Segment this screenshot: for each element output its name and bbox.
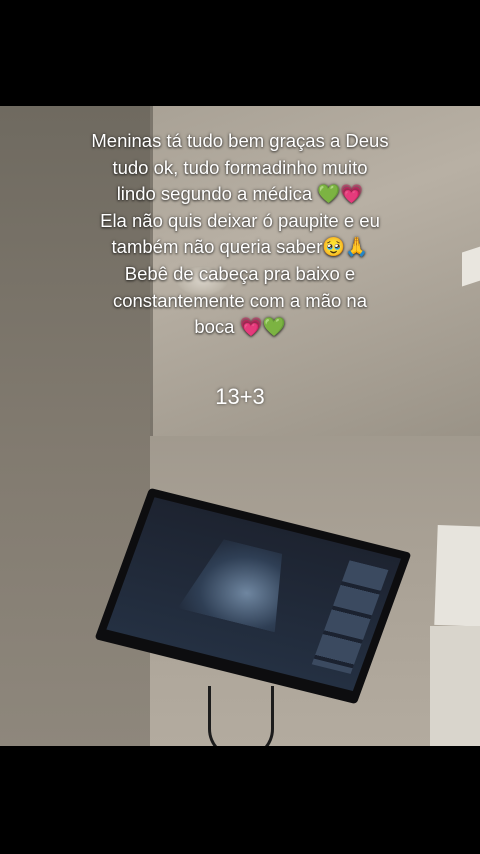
caption-line: Bebê de cabeça pra baixo e [124,262,356,284]
story-caption: Meninas tá tudo bem graças a Deus tudo o… [60,128,420,341]
ultrasound-scan-image [178,534,302,632]
wall-poster [434,524,480,628]
pregnancy-week-counter: 13+3 [215,384,265,409]
caption-line: Meninas tá tudo bem graças a Deus [91,130,389,151]
caption-line: lindo segundo a médica 💚💗 [116,183,364,205]
caption-line: Ela não quis deixar ó paupite e eu [100,209,380,231]
monitor-screen [106,497,401,691]
wall-chart [430,626,480,746]
monitor-cable [208,686,274,746]
caption-line: tudo ok, tudo formadinho muito [112,156,368,178]
scan-thumbnails [311,560,389,674]
caption-line: constantemente com a mão na [112,289,367,311]
caption-line: boca 💗💚 [194,316,286,338]
caption-line: também não queria saber🥹🙏 [111,236,369,258]
